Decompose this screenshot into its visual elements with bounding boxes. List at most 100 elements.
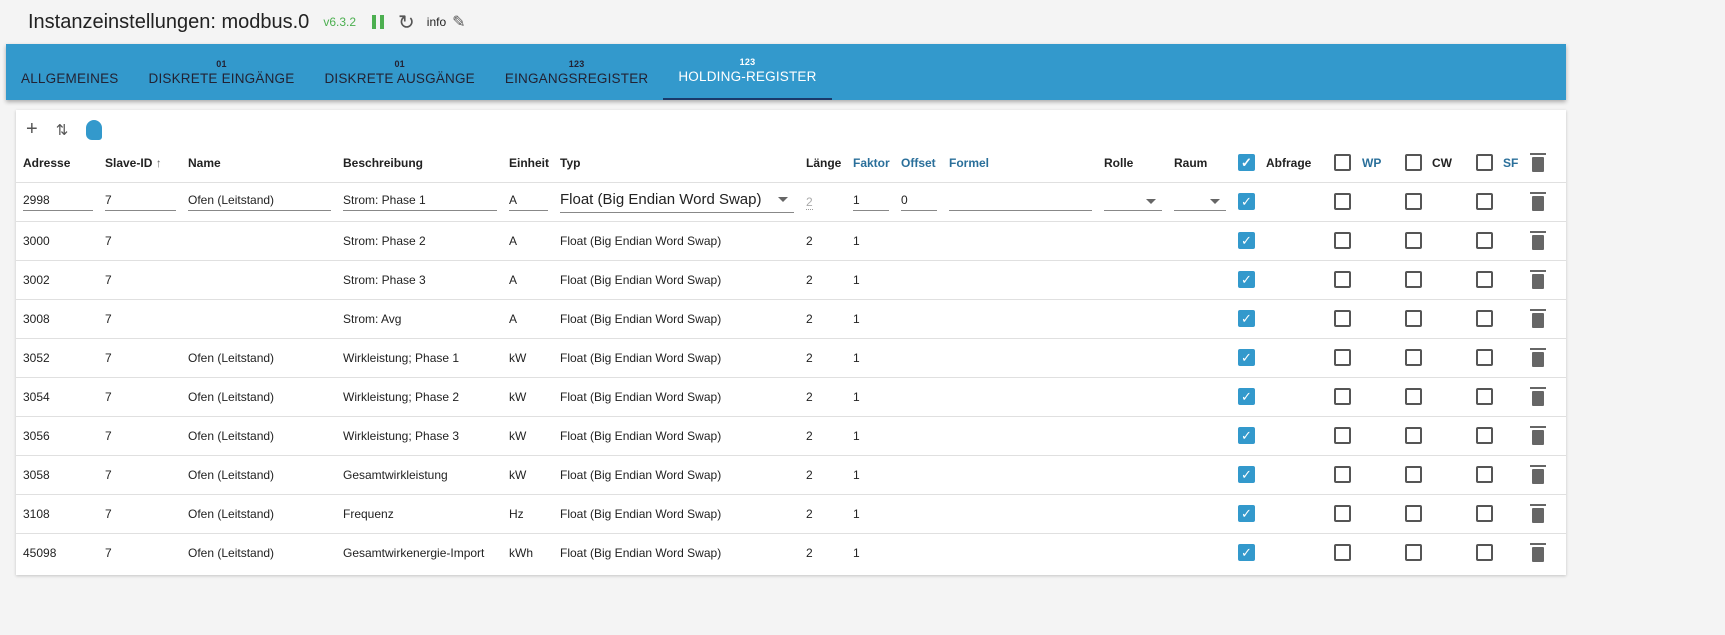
col-faktor[interactable]: Faktor xyxy=(853,156,901,170)
wp-checkbox[interactable] xyxy=(1334,349,1351,366)
cw-checkbox[interactable] xyxy=(1405,466,1422,483)
cw-checkbox[interactable] xyxy=(1405,232,1422,249)
abfrage-checkbox[interactable]: ✓ xyxy=(1238,544,1255,561)
table-row[interactable]: 3054 7 Ofen (Leitstand) Wirkleistung; Phase… xyxy=(23,377,1552,416)
delete-icon[interactable] xyxy=(1530,347,1546,367)
wp-checkbox[interactable] xyxy=(1334,232,1351,249)
wp-checkbox[interactable] xyxy=(1334,388,1351,405)
sf-checkbox[interactable] xyxy=(1476,505,1493,522)
formel-field[interactable] xyxy=(949,193,1104,211)
typ-select[interactable]: Float (Big Endian Word Swap) xyxy=(560,191,806,213)
sf-checkbox[interactable] xyxy=(1476,388,1493,405)
sf-checkbox[interactable] xyxy=(1476,232,1493,249)
col-offset[interactable]: Offset xyxy=(901,156,949,170)
cw-checkbox[interactable] xyxy=(1405,544,1422,561)
raum-select[interactable] xyxy=(1174,193,1238,211)
wp-all-checkbox[interactable] xyxy=(1334,154,1351,171)
ai-head-icon[interactable] xyxy=(86,119,103,140)
delete-icon[interactable] xyxy=(1530,386,1546,406)
col-adresse[interactable]: Adresse xyxy=(23,156,105,170)
beschreibung-field[interactable]: Strom: Phase 1 xyxy=(343,193,509,211)
slave-id-field[interactable]: 7 xyxy=(105,193,188,211)
cw-checkbox[interactable] xyxy=(1405,349,1422,366)
wp-checkbox[interactable] xyxy=(1334,271,1351,288)
abfrage-checkbox[interactable]: ✓ xyxy=(1238,232,1255,249)
pause-icon[interactable] xyxy=(372,15,385,29)
table-row[interactable]: 3000 7 Strom: Phase 2 A Float (Big Endian Wo… xyxy=(23,221,1552,260)
abfrage-checkbox[interactable]: ✓ xyxy=(1238,349,1255,366)
wp-checkbox[interactable] xyxy=(1334,505,1351,522)
add-icon[interactable]: + xyxy=(26,118,38,141)
offset-field[interactable]: 0 xyxy=(901,193,949,211)
wp-checkbox[interactable] xyxy=(1334,310,1351,327)
col-rolle[interactable]: Rolle xyxy=(1104,156,1174,170)
tab-1[interactable]: 01 Diskrete Eingänge xyxy=(134,44,310,100)
col-raum[interactable]: Raum xyxy=(1174,156,1238,170)
delete-icon[interactable] xyxy=(1530,269,1546,289)
sf-checkbox[interactable] xyxy=(1476,271,1493,288)
cw-checkbox[interactable] xyxy=(1405,271,1422,288)
tab-2[interactable]: 01 Diskrete Ausgänge xyxy=(309,44,489,100)
delete-icon[interactable] xyxy=(1530,230,1546,250)
abfrage-checkbox[interactable]: ✓ xyxy=(1238,271,1255,288)
tab-0[interactable]: Allgemeines xyxy=(6,44,134,100)
sort-icon[interactable]: ⇅ xyxy=(56,121,69,139)
wp-checkbox[interactable] xyxy=(1334,427,1351,444)
cw-checkbox[interactable] xyxy=(1405,388,1422,405)
delete-icon[interactable] xyxy=(1530,464,1546,484)
col-formel[interactable]: Formel xyxy=(949,156,1104,170)
abfrage-checkbox[interactable]: ✓ xyxy=(1238,427,1255,444)
table-row[interactable]: 3052 7 Ofen (Leitstand) Wirkleistung; Phase… xyxy=(23,338,1552,377)
laenge-field: 2 xyxy=(806,428,813,443)
cw-checkbox[interactable] xyxy=(1405,505,1422,522)
abfrage-checkbox[interactable]: ✓ xyxy=(1238,310,1255,327)
col-slave-id[interactable]: Slave-ID ↑ xyxy=(105,156,188,170)
cw-all-checkbox[interactable] xyxy=(1405,154,1422,171)
col-name[interactable]: Name xyxy=(188,156,343,170)
abfrage-checkbox[interactable]: ✓ xyxy=(1238,193,1255,210)
tab-3[interactable]: 123 Eingangsregister xyxy=(490,44,663,100)
sf-checkbox[interactable] xyxy=(1476,193,1493,210)
sf-checkbox[interactable] xyxy=(1476,310,1493,327)
cw-checkbox[interactable] xyxy=(1405,427,1422,444)
col-beschreibung[interactable]: Beschreibung xyxy=(343,156,509,170)
table-row[interactable]: 3108 7 Ofen (Leitstand) Frequenz Hz Float (Bi… xyxy=(23,494,1552,533)
einheit-field[interactable]: A xyxy=(509,193,560,211)
delete-icon[interactable] xyxy=(1530,503,1546,523)
abfrage-checkbox[interactable]: ✓ xyxy=(1238,505,1255,522)
delete-all-icon[interactable] xyxy=(1530,152,1546,172)
table-row[interactable]: 3058 7 Ofen (Leitstand) Gesamtwirkleistung k… xyxy=(23,455,1552,494)
col-laenge[interactable]: Länge xyxy=(806,156,853,170)
table-row[interactable]: 45098 7 Ofen (Leitstand) Gesamtwirkenergie-… xyxy=(23,533,1552,572)
sf-checkbox[interactable] xyxy=(1476,349,1493,366)
adresse-field[interactable]: 2998 xyxy=(23,193,105,211)
sf-checkbox[interactable] xyxy=(1476,466,1493,483)
col-einheit[interactable]: Einheit xyxy=(509,156,560,170)
wp-checkbox[interactable] xyxy=(1334,466,1351,483)
rolle-select[interactable] xyxy=(1104,193,1174,211)
delete-icon[interactable] xyxy=(1530,542,1546,562)
wp-checkbox[interactable] xyxy=(1334,193,1351,210)
col-typ[interactable]: Typ xyxy=(560,156,806,170)
cw-checkbox[interactable] xyxy=(1405,193,1422,210)
wp-checkbox[interactable] xyxy=(1334,544,1351,561)
abfrage-checkbox[interactable]: ✓ xyxy=(1238,388,1255,405)
reload-icon[interactable]: ↻ xyxy=(398,10,415,35)
faktor-field[interactable]: 1 xyxy=(853,193,901,211)
sf-checkbox[interactable] xyxy=(1476,544,1493,561)
table-row[interactable]: 3008 7 Strom: Avg A Float (Big Endian Word S… xyxy=(23,299,1552,338)
cw-checkbox[interactable] xyxy=(1405,310,1422,327)
delete-icon[interactable] xyxy=(1530,425,1546,445)
sf-checkbox[interactable] xyxy=(1476,427,1493,444)
table-row[interactable]: 3002 7 Strom: Phase 3 A Float (Big Endian Wo… xyxy=(23,260,1552,299)
table-row[interactable]: 2998 7 Ofen (Leitstand) Strom: Phase 1 A Floa… xyxy=(23,182,1552,221)
name-field[interactable]: Ofen (Leitstand) xyxy=(188,193,343,211)
abfrage-checkbox[interactable]: ✓ xyxy=(1238,466,1255,483)
table-row[interactable]: 3056 7 Ofen (Leitstand) Wirkleistung; Phase… xyxy=(23,416,1552,455)
tab-4[interactable]: 123 Holding-Register xyxy=(663,44,832,100)
abfrage-all-checkbox[interactable]: ✓ xyxy=(1238,154,1255,171)
sf-all-checkbox[interactable] xyxy=(1476,154,1493,171)
delete-icon[interactable] xyxy=(1530,191,1546,211)
delete-icon[interactable] xyxy=(1530,308,1546,328)
edit-icon[interactable]: ✎ xyxy=(452,12,465,32)
